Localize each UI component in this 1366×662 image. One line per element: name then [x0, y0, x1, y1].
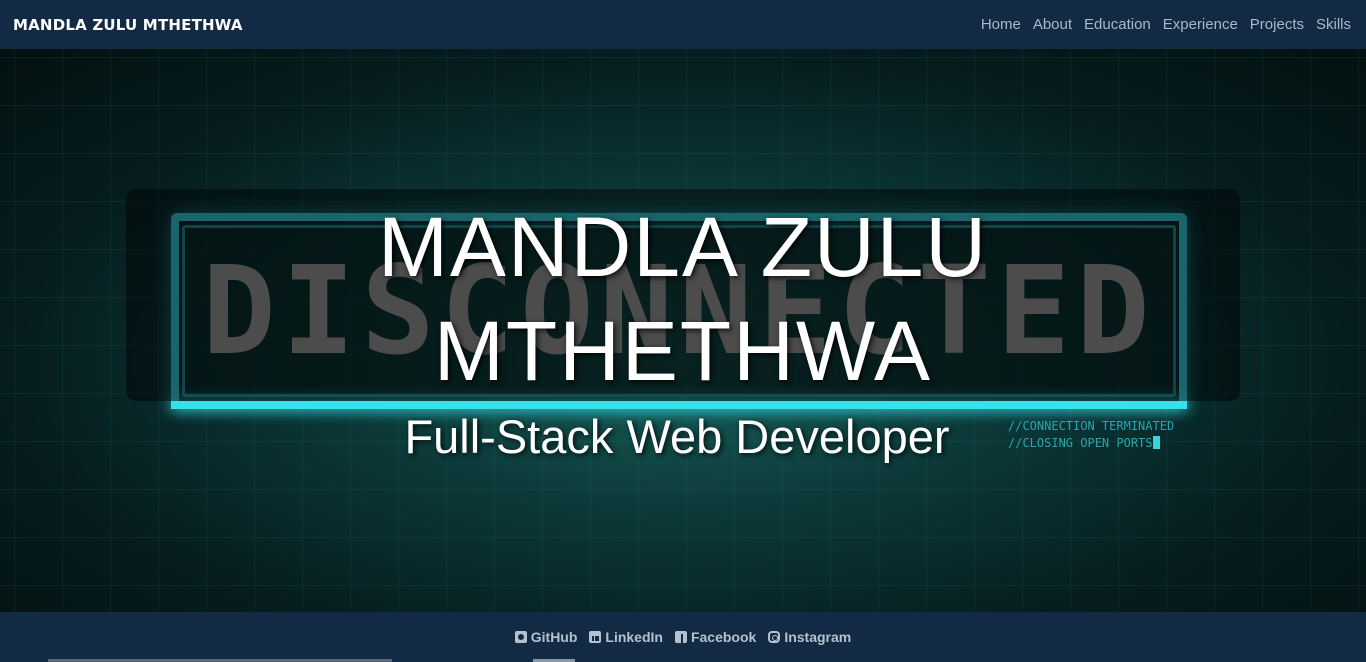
linkedin-icon — [589, 631, 602, 643]
facebook-link[interactable]: Facebook — [674, 629, 757, 645]
instagram-label: Instagram — [784, 629, 852, 645]
nav-about-link[interactable]: About — [1027, 16, 1078, 33]
facebook-icon — [674, 631, 687, 643]
footer: GitHub LinkedIn Facebook Instagram — [0, 612, 1366, 662]
instagram-link[interactable]: Instagram — [768, 629, 851, 645]
hero-subtitle: Full-Stack Web Developer — [404, 410, 950, 463]
nav-skills-link[interactable]: Skills — [1310, 16, 1353, 33]
linkedin-label: LinkedIn — [605, 629, 663, 645]
github-icon — [514, 631, 527, 643]
hero-title-line: MANDLA ZULU — [377, 200, 989, 294]
brand-link[interactable]: MANDLA ZULU MTHETHWA — [13, 16, 243, 34]
hero-title-line: MTHETHWA — [433, 304, 933, 398]
instagram-icon — [768, 631, 781, 643]
github-link[interactable]: GitHub — [514, 629, 578, 645]
linkedin-link[interactable]: LinkedIn — [589, 629, 663, 645]
hero-title: MANDLA ZULU MTHETHWA — [126, 195, 1240, 403]
github-label: GitHub — [530, 629, 578, 645]
nav-experience-link[interactable]: Experience — [1157, 16, 1244, 33]
hero-section: DISCONNECTED //CONNECTION TERMINATED //C… — [0, 49, 1366, 612]
facebook-label: Facebook — [690, 629, 757, 645]
nav-home-link[interactable]: Home — [975, 16, 1027, 33]
nav-links: Home About Education Experience Projects… — [975, 16, 1353, 33]
nav-education-link[interactable]: Education — [1078, 16, 1157, 33]
navbar: MANDLA ZULU MTHETHWA Home About Educatio… — [0, 0, 1366, 49]
nav-projects-link[interactable]: Projects — [1244, 16, 1310, 33]
